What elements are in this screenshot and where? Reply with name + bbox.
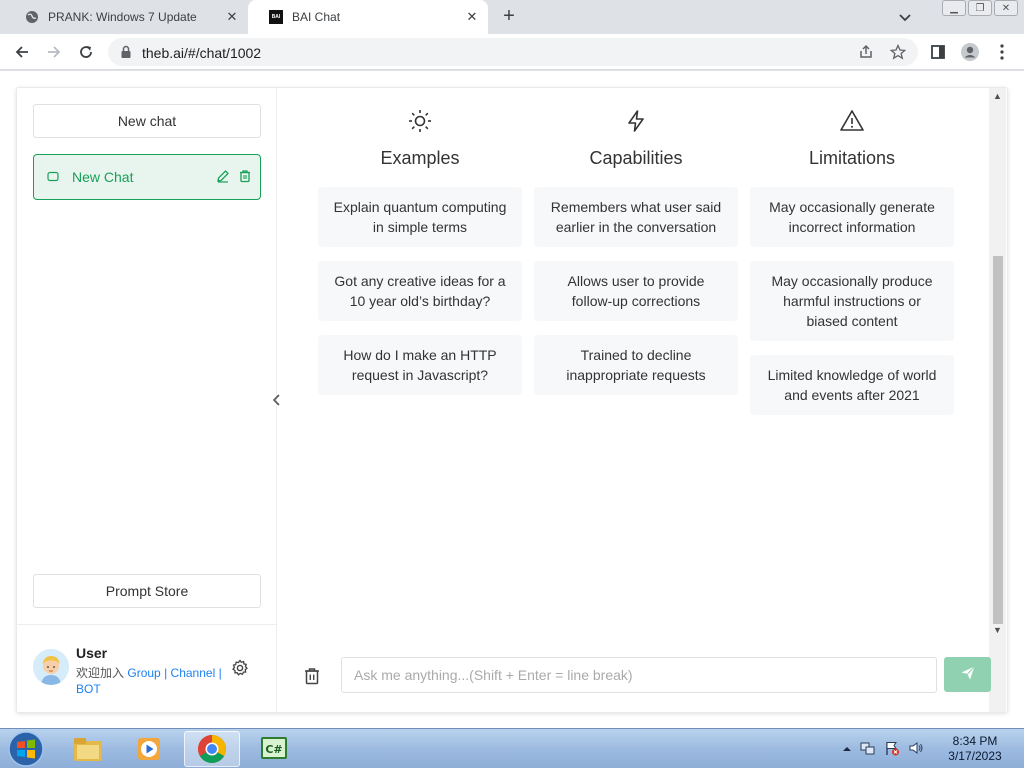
page-content: New chat New Chat Prompt Store User 欢迎加入… <box>0 71 1024 728</box>
sun-icon <box>318 108 522 134</box>
channel-link[interactable]: Channel <box>171 666 216 680</box>
share-icon[interactable] <box>857 43 875 61</box>
tab-bai-chat[interactable]: BAI BAI Chat ✕ <box>248 0 488 34</box>
delete-icon[interactable] <box>238 169 252 186</box>
profile-icon[interactable] <box>960 42 980 62</box>
globe-icon <box>24 9 40 25</box>
chat-panel: New chat New Chat Prompt Store User 欢迎加入… <box>16 87 1008 713</box>
warning-icon <box>750 108 954 134</box>
new-tab-button[interactable]: + <box>498 5 520 27</box>
user-footer: User 欢迎加入 Group | Channel | BOT <box>17 624 276 712</box>
tab-prank[interactable]: PRANK: Windows 7 Update ✕ <box>4 0 248 34</box>
chat-bubble-icon <box>46 170 60 184</box>
example-card[interactable]: Got any creative ideas for a 10 year old… <box>318 261 522 321</box>
clock-date: 3/17/2023 <box>948 749 1002 763</box>
file-explorer-icon[interactable] <box>60 731 116 767</box>
scrollbar[interactable]: ▲ ▼ <box>989 88 1006 712</box>
send-button[interactable] <box>944 657 991 692</box>
scroll-down-icon[interactable]: ▼ <box>993 626 1002 635</box>
system-tray <box>842 729 924 768</box>
column-title: Limitations <box>808 148 896 168</box>
tab-strip: PRANK: Windows 7 Update ✕ BAI BAI Chat ✕… <box>0 0 1024 34</box>
group-link[interactable]: Group <box>127 666 160 680</box>
limitations-column: Limitations May occasionally generate in… <box>750 108 954 429</box>
limitation-card: Limited knowledge of world and events af… <box>750 355 954 415</box>
scroll-up-icon[interactable]: ▲ <box>993 92 1002 101</box>
media-player-icon[interactable] <box>122 731 178 767</box>
chat-item-actions <box>216 169 252 186</box>
edit-icon[interactable] <box>216 169 230 186</box>
volume-icon[interactable] <box>908 740 924 759</box>
send-icon <box>960 665 976 684</box>
chat-input[interactable] <box>341 657 937 693</box>
avatar[interactable] <box>33 649 69 685</box>
chat-list-item[interactable]: New Chat <box>33 154 261 200</box>
limitation-card: May occasionally generate incorrect info… <box>750 187 954 247</box>
welcome-area: Examples Explain quantum computing in si… <box>278 88 1008 712</box>
capability-card: Trained to decline inappropriate request… <box>534 335 738 395</box>
windows-start-button[interactable] <box>4 730 48 768</box>
minimize-icon[interactable]: ▁ <box>942 0 966 16</box>
tab-title: PRANK: Windows 7 Update <box>48 10 197 24</box>
gear-icon[interactable] <box>231 659 249 677</box>
new-chat-button[interactable]: New chat <box>33 104 261 138</box>
lightning-icon <box>534 108 738 134</box>
chrome-icon[interactable] <box>184 731 240 767</box>
csharp-editor-icon[interactable]: C# <box>246 731 302 767</box>
url-text: theb.ai/#/chat/1002 <box>142 45 262 61</box>
star-icon[interactable] <box>889 43 907 61</box>
chevron-down-icon[interactable] <box>896 8 914 26</box>
menu-kebab-icon[interactable] <box>992 42 1012 62</box>
reload-icon[interactable] <box>76 42 96 62</box>
limitation-card: May occasionally produce harmful instruc… <box>750 261 954 341</box>
close-tab-icon[interactable]: ✕ <box>464 9 480 25</box>
sidebar: New chat New Chat Prompt Store User 欢迎加入… <box>17 88 277 712</box>
clock-time: 8:34 PM <box>952 734 998 748</box>
bai-favicon: BAI <box>268 9 284 25</box>
taskbar-clock[interactable]: 8:34 PM 3/17/2023 <box>940 734 1010 764</box>
prompt-store-button[interactable]: Prompt Store <box>33 574 261 608</box>
example-card[interactable]: Explain quantum computing in simple term… <box>318 187 522 247</box>
action-center-flag-icon[interactable] <box>884 740 900 759</box>
lock-icon[interactable] <box>120 45 132 62</box>
restore-icon[interactable]: ❐ <box>968 0 992 16</box>
network-icon[interactable] <box>860 740 876 759</box>
windows-taskbar: C# 8:34 PM 3/17/2023 <box>0 728 1024 768</box>
example-card[interactable]: How do I make an HTTP request in Javascr… <box>318 335 522 395</box>
window-controls: ▁ ❐ ✕ <box>940 0 1018 16</box>
join-text: 欢迎加入 <box>76 666 125 680</box>
show-hidden-icons-icon[interactable] <box>842 742 852 757</box>
link-separator: | <box>218 666 222 680</box>
user-name: User <box>76 645 108 661</box>
svg-text:C#: C# <box>265 743 282 756</box>
community-links: 欢迎加入 Group | Channel | BOT <box>76 665 226 697</box>
column-title: Examples <box>380 148 460 168</box>
capability-card: Remembers what user said earlier in the … <box>534 187 738 247</box>
window-close-icon[interactable]: ✕ <box>994 0 1018 16</box>
chat-title: New Chat <box>72 169 134 185</box>
examples-column: Examples Explain quantum computing in si… <box>318 108 522 409</box>
bot-link[interactable]: BOT <box>76 682 101 696</box>
back-arrow-icon[interactable] <box>12 42 32 62</box>
close-tab-icon[interactable]: ✕ <box>224 9 240 25</box>
link-separator: | <box>164 666 168 680</box>
side-panel-icon[interactable] <box>928 42 948 62</box>
scrollbar-thumb[interactable] <box>993 256 1003 624</box>
tab-title: BAI Chat <box>292 10 341 24</box>
forward-arrow-icon[interactable] <box>44 42 64 62</box>
capability-card: Allows user to provide follow-up correct… <box>534 261 738 321</box>
capabilities-column: Capabilities Remembers what user said ea… <box>534 108 738 409</box>
browser-toolbar: theb.ai/#/chat/1002 <box>0 34 1024 70</box>
column-title: Capabilities <box>589 148 683 168</box>
address-bar[interactable]: theb.ai/#/chat/1002 <box>108 38 918 66</box>
composer <box>278 648 991 704</box>
trash-icon[interactable] <box>302 666 322 686</box>
